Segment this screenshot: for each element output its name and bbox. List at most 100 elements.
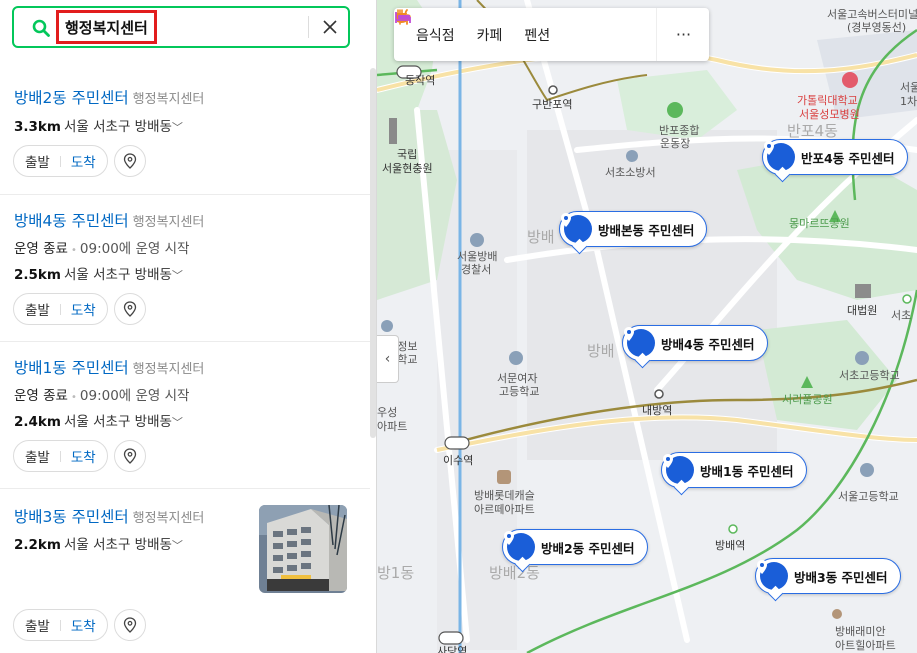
map-label: 경찰서 [461, 263, 492, 276]
location-pin-icon [123, 301, 136, 317]
map-label: 아트힐아파트 [835, 639, 896, 652]
map-label: 방배역 [715, 539, 746, 552]
result-title[interactable]: 방배2동 주민센터 행정복지센터 [14, 86, 204, 108]
result-distance-row: 2.2km 서울 서초구 방배동﹀ [14, 533, 183, 553]
divider [59, 619, 61, 631]
map-label: 동작역 [405, 74, 436, 87]
location-pin-icon [561, 213, 592, 243]
map-label: 반포4동 [787, 122, 838, 140]
collapse-panel-button[interactable]: ‹ [377, 335, 399, 383]
result-distance-row: 2.4km 서울 서초구 방배동﹀ [14, 410, 183, 430]
list-item[interactable]: 방배2동 주민센터 행정복지센터 3.3km 서울 서초구 방배동﹀ 출발 도착 [0, 68, 370, 195]
chevron-down-icon[interactable]: ﹀ [172, 539, 183, 552]
map-label: 내방역 [642, 404, 673, 417]
result-title[interactable]: 방배4동 주민센터 행정복지센터 [14, 209, 204, 231]
category-restaurant[interactable]: 음식점 [397, 9, 455, 45]
location-pin-icon [123, 153, 136, 169]
route-buttons: 출발 도착 [13, 609, 108, 641]
location-pin-button[interactable] [113, 440, 146, 472]
divider [59, 450, 61, 462]
map-label: 서울현충원 [382, 162, 433, 175]
dot-separator: • [70, 392, 77, 403]
location-pin-button[interactable] [113, 293, 146, 325]
close-icon[interactable] [320, 17, 340, 37]
map-view[interactable]: 동작역 구반포역 반포종합 운동장 서초소방서 국립 서울현충원 방배 방배 서… [377, 0, 917, 653]
divider [59, 155, 61, 167]
map-marker[interactable]: 반포4동 주민센터 [762, 139, 908, 175]
map-label: 서초소방서 [605, 166, 656, 179]
arrive-button[interactable]: 도착 [71, 299, 96, 319]
result-title[interactable]: 방배3동 주민센터 행정복지센터 [14, 505, 204, 527]
map-marker[interactable]: 방배3동 주민센터 [755, 558, 901, 594]
list-item[interactable]: 방배4동 주민센터 행정복지센터 운영 종료 • 09:00에 운영 시작 2.5km… [0, 195, 370, 342]
result-name-link[interactable]: 방배1동 주민센터 [14, 359, 129, 377]
arrive-button[interactable]: 도착 [71, 151, 96, 171]
map-marker[interactable]: 방배본동 주민센터 [559, 211, 708, 247]
start-button[interactable]: 출발 [25, 151, 50, 171]
map-label: 몽마르뜨공원 [789, 217, 850, 230]
map-label: 서리풀공원 [782, 393, 833, 406]
search-query-text: 행정복지센터 [65, 18, 148, 37]
result-address[interactable]: 서울 서초구 방배동 [64, 119, 172, 135]
category-cafe[interactable]: 카페 [396, 13, 502, 45]
start-button[interactable]: 출발 [25, 446, 50, 466]
marker-label: 방배4동 주민센터 [661, 336, 755, 352]
result-distance: 2.2km [14, 537, 61, 553]
dot-separator: • [70, 245, 77, 256]
category-label: 펜션 [524, 27, 551, 44]
route-buttons: 출발 도착 [13, 293, 108, 325]
marker-label: 방배3동 주민센터 [794, 569, 888, 585]
list-item[interactable]: 방배1동 주민센터 행정복지센터 운영 종료 • 09:00에 운영 시작 2.4km… [0, 342, 370, 489]
result-distance-row: 2.5km 서울 서초구 방배동﹀ [14, 263, 183, 283]
map-label: 1차 [900, 95, 917, 108]
marker-label: 방배본동 주민센터 [598, 222, 695, 238]
map-marker[interactable]: 방배1동 주민센터 [661, 452, 807, 488]
result-distance: 3.3km [14, 119, 61, 135]
chevron-left-icon: ‹ [384, 351, 391, 367]
start-button[interactable]: 출발 [25, 615, 50, 635]
map-label: 방배 [527, 228, 555, 246]
list-item[interactable]: 방배3동 주민센터 행정복지센터 2.2km 서울 서초구 방배동﹀ 출발 도착 [0, 489, 370, 653]
map-label: 방1동 [377, 564, 415, 582]
result-status: 운영 종료 [14, 241, 68, 257]
map-label: 서초고등학교 [839, 369, 900, 382]
result-distance-row: 3.3km 서울 서초구 방배동﹀ [14, 115, 183, 135]
result-name-link[interactable]: 방배4동 주민센터 [14, 212, 129, 230]
result-status: 운영 종료 [14, 388, 68, 404]
map-marker[interactable]: 방배2동 주민센터 [502, 529, 648, 565]
scrollbar[interactable] [370, 68, 376, 438]
location-pin-button[interactable] [113, 609, 146, 641]
chevron-down-icon[interactable]: ﹀ [172, 416, 183, 429]
more-button[interactable]: ··· [656, 8, 710, 61]
result-name-link[interactable]: 방배3동 주민센터 [14, 508, 129, 526]
result-address[interactable]: 서울 서초구 방배동 [64, 414, 172, 430]
chevron-down-icon[interactable]: ﹀ [172, 121, 183, 134]
arrive-button[interactable]: 도착 [71, 615, 96, 635]
map-label: 대법원 [847, 304, 878, 317]
result-category: 행정복지센터 [132, 215, 205, 230]
result-status-row: 운영 종료 • 09:00에 운영 시작 [14, 237, 189, 257]
location-pin-icon [663, 454, 694, 484]
arrive-button[interactable]: 도착 [71, 446, 96, 466]
more-icon: ··· [675, 25, 692, 44]
result-address[interactable]: 서울 서초구 방배동 [64, 267, 172, 283]
location-pin-icon [757, 560, 788, 590]
category-label: 음식점 [416, 27, 455, 44]
result-title[interactable]: 방배1동 주민센터 행정복지센터 [14, 356, 204, 378]
category-pension[interactable]: 펜션 [395, 12, 551, 45]
result-thumbnail[interactable] [259, 505, 347, 593]
search-divider [308, 16, 309, 38]
result-address[interactable]: 서울 서초구 방배동 [64, 537, 172, 553]
result-name-link[interactable]: 방배2동 주민센터 [14, 89, 129, 107]
start-button[interactable]: 출발 [25, 299, 50, 319]
location-pin-icon [123, 617, 136, 633]
route-buttons: 출발 도착 [13, 440, 108, 472]
location-pin-button[interactable] [113, 145, 146, 177]
map-marker[interactable]: 방배4동 주민센터 [622, 325, 768, 361]
category-filter-bar: 음식점 카페 펜션 ··· [394, 8, 709, 61]
search-bar[interactable]: 행정복지센터 [12, 6, 350, 48]
chevron-down-icon[interactable]: ﹀ [172, 269, 183, 282]
search-input[interactable]: 행정복지센터 [56, 10, 157, 44]
map-label: 구반포역 [532, 98, 573, 111]
marker-label: 방배1동 주민센터 [700, 463, 794, 479]
